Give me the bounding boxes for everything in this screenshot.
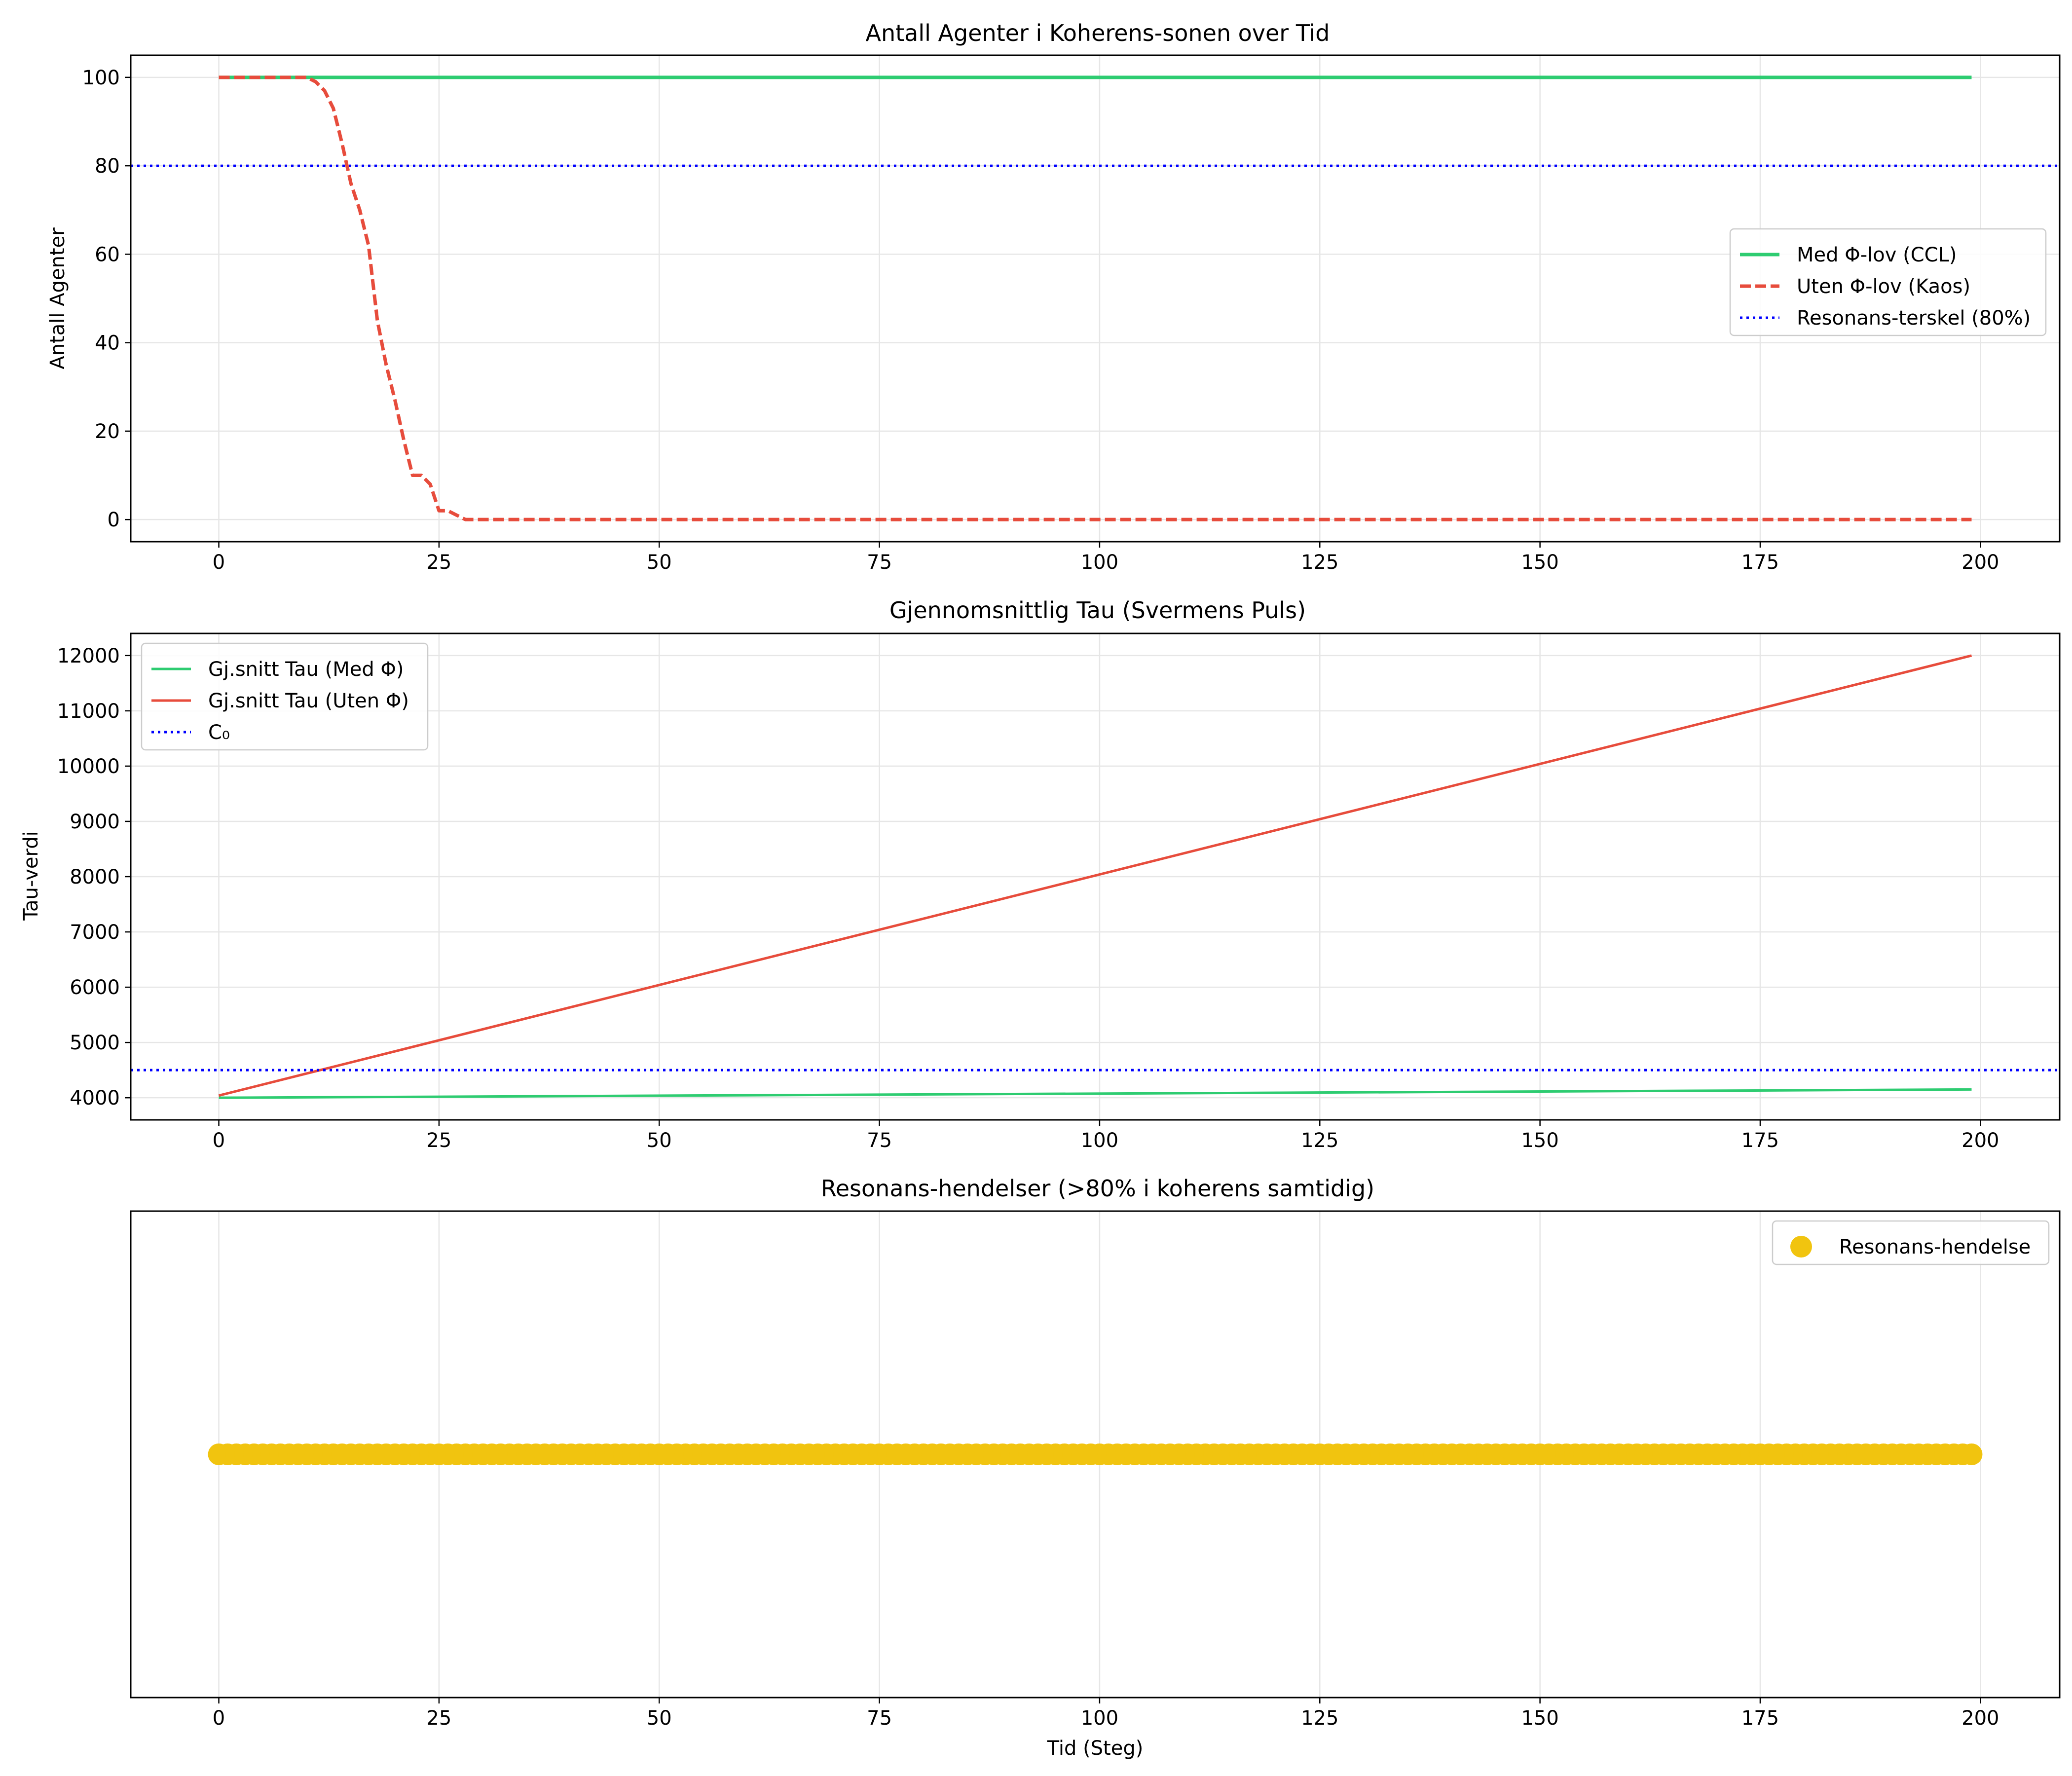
y-axis-label: Antall Agenter bbox=[46, 227, 69, 370]
x-tick-label: 100 bbox=[1081, 1129, 1118, 1152]
x-tick-label: 50 bbox=[647, 1707, 672, 1730]
legend: Resonans-hendelse bbox=[1772, 1220, 2050, 1265]
scatter-points bbox=[208, 1443, 1983, 1465]
chart-title: Resonans-hendelser (>80% i koherens samt… bbox=[821, 1175, 1374, 1202]
legend: Med Φ-lov (CCL) Uten Φ-lov (Kaos) Resonans… bbox=[1729, 228, 2047, 336]
x-tick-label: 25 bbox=[426, 1129, 451, 1152]
legend-label: Med Φ-lov (CCL) bbox=[1797, 244, 1957, 266]
y-tick-label: 20 bbox=[95, 420, 120, 443]
y-tick-label: 6000 bbox=[70, 976, 120, 999]
x-tick-label: 175 bbox=[1741, 1707, 1779, 1730]
x-tick-label: 0 bbox=[213, 1129, 225, 1152]
x-tick-label: 125 bbox=[1301, 1129, 1338, 1152]
series-resonans-hendelse bbox=[208, 1443, 1983, 1465]
x-tick-label: 100 bbox=[1081, 551, 1118, 574]
y-tick-label: 100 bbox=[82, 67, 120, 89]
legend-label: Gj.snitt Tau (Med Φ) bbox=[208, 658, 404, 681]
x-tick-label: 125 bbox=[1301, 1707, 1338, 1730]
y-tick-label: 0 bbox=[108, 509, 120, 531]
resonance-point bbox=[1961, 1443, 1983, 1465]
x-tick-label: 50 bbox=[647, 1129, 672, 1152]
x-tick-label: 0 bbox=[213, 551, 225, 574]
legend-label: Resonans-hendelse bbox=[1839, 1236, 2031, 1258]
y-tick-label: 40 bbox=[95, 332, 120, 355]
x-tick-label: 200 bbox=[1961, 551, 1999, 574]
y-axis-label: Tau-verdi bbox=[20, 831, 42, 921]
x-tick-label: 75 bbox=[867, 1129, 892, 1152]
y-tick-label: 60 bbox=[95, 243, 120, 266]
legend-label: Uten Φ-lov (Kaos) bbox=[1797, 275, 1970, 298]
x-tick-label: 100 bbox=[1081, 1707, 1118, 1730]
y-tick-label: 8000 bbox=[70, 866, 120, 888]
y-tick-label: 10000 bbox=[57, 755, 120, 778]
y-tick-label: 7000 bbox=[70, 921, 120, 944]
y-tick-label: 9000 bbox=[70, 811, 120, 833]
y-tick-label: 4000 bbox=[70, 1087, 120, 1110]
chart-title: Gjennomsnittlig Tau (Svermens Puls) bbox=[889, 597, 1306, 624]
chart-title: Antall Agenter i Koherens-sonen over Tid bbox=[865, 20, 1330, 46]
legend-label: Gj.snitt Tau (Uten Φ) bbox=[208, 690, 409, 712]
x-tick-label: 150 bbox=[1521, 1129, 1558, 1152]
y-tick-label: 11000 bbox=[57, 700, 120, 723]
x-tick-label: 175 bbox=[1741, 1129, 1779, 1152]
legend-label: C₀ bbox=[208, 721, 230, 744]
x-tick-label: 175 bbox=[1741, 551, 1779, 574]
y-tick-label: 12000 bbox=[57, 645, 120, 667]
y-tick-label: 5000 bbox=[70, 1032, 120, 1054]
x-tick-label: 125 bbox=[1301, 551, 1338, 574]
legend: Gj.snitt Tau (Med Φ) Gj.snitt Tau (Uten Φ… bbox=[141, 642, 429, 751]
x-tick-label: 25 bbox=[426, 551, 451, 574]
legend-label: Resonans-terskel (80%) bbox=[1797, 307, 2031, 330]
x-tick-label: 75 bbox=[867, 551, 892, 574]
legend-marker bbox=[1790, 1236, 1812, 1258]
x-tick-label: 75 bbox=[867, 1707, 892, 1730]
x-tick-label: 150 bbox=[1521, 551, 1558, 574]
figure: Antall Agenter i Koherens-sonen over Tid… bbox=[0, 0, 2072, 1776]
x-axis-label: Tid (Steg) bbox=[1047, 1737, 1144, 1760]
x-tick-label: 150 bbox=[1521, 1707, 1558, 1730]
y-tick-label: 80 bbox=[95, 155, 120, 178]
x-tick-label: 200 bbox=[1961, 1707, 1999, 1730]
x-tick-label: 200 bbox=[1961, 1129, 1999, 1152]
x-tick-label: 50 bbox=[647, 551, 672, 574]
x-tick-label: 0 bbox=[213, 1707, 225, 1730]
x-tick-label: 25 bbox=[426, 1707, 451, 1730]
